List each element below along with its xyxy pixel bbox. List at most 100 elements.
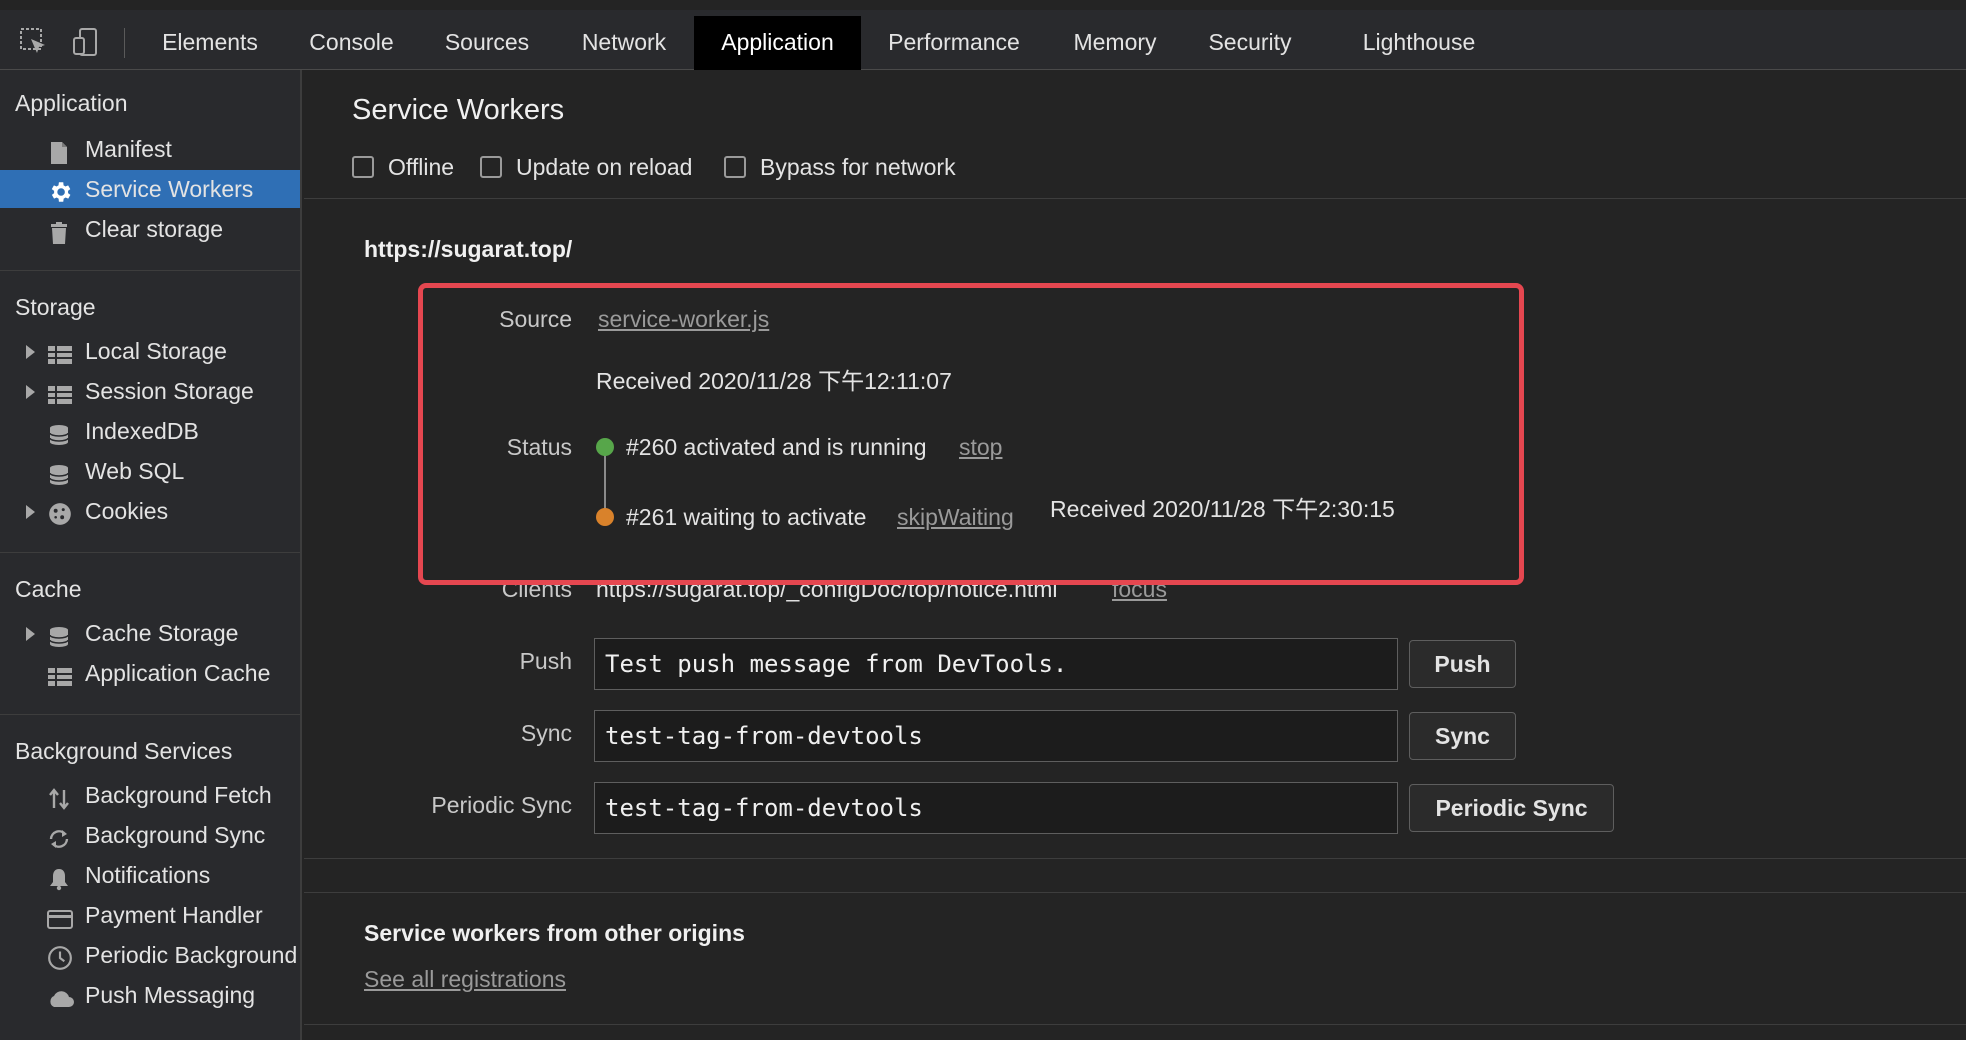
sidebar-item-label: Cache Storage [85,620,239,646]
sidebar-divider [0,270,300,271]
cloud-icon [47,984,74,1008]
toolbar-separator [124,28,125,58]
database-icon [47,420,71,445]
sidebar-item-indexeddb[interactable]: IndexedDB [0,412,300,450]
section-divider [304,858,1966,859]
origin-url: https://sugarat.top/ [364,236,573,262]
bypass-for-network-checkbox-row[interactable]: Bypass for network [724,150,956,184]
devtools-tab-bar: Elements Console Sources Network Applica… [0,0,1966,70]
push-message-input[interactable]: Test push message from DevTools. [594,638,1398,690]
tab-security[interactable]: Security [1196,16,1304,70]
application-sidebar: Application Manifest Service Workers Cle… [0,70,302,1040]
sidebar-section-application: Application [15,90,128,116]
section-divider [304,1024,1966,1025]
sidebar-item-label: Notifications [85,862,211,888]
tab-console[interactable]: Console [295,16,408,70]
update-on-reload-label: Update on reload [516,153,693,180]
sidebar-item-label: Manifest [85,136,172,162]
tab-performance[interactable]: Performance [875,16,1033,70]
sidebar-section-cache: Cache [15,576,82,602]
gear-icon [47,178,71,202]
page-title: Service Workers [352,94,565,126]
bypass-for-network-label: Bypass for network [760,153,956,180]
sidebar-item-label: Local Storage [85,338,227,364]
sidebar-item-cookies[interactable]: Cookies [0,492,300,530]
sidebar-item-web-sql[interactable]: Web SQL [0,452,300,490]
sidebar-section-background-services: Background Services [15,738,233,764]
tab-memory[interactable]: Memory [1058,16,1172,70]
database-icon [47,622,71,647]
section-divider [304,892,1966,893]
tab-sources[interactable]: Sources [432,16,542,70]
sidebar-item-local-storage[interactable]: Local Storage [0,332,300,370]
periodic-sync-button[interactable]: Periodic Sync [1409,784,1614,832]
offline-label: Offline [388,153,455,180]
offline-checkbox-row[interactable]: Offline [352,150,454,184]
expand-arrow-icon[interactable] [26,627,35,641]
periodic-sync-label: Periodic Sync [431,792,572,818]
sync-label: Sync [520,720,572,746]
push-label: Push [519,648,572,674]
offline-checkbox[interactable] [352,156,374,178]
sync-icon [47,824,71,848]
card-icon [47,904,73,929]
sidebar-item-label: Push Messaging [85,982,256,1008]
sidebar-item-label: Background Fetch [85,782,272,808]
inspect-element-icon[interactable] [18,26,50,58]
sidebar-item-label: Application Cache [85,660,271,686]
device-toolbar-icon[interactable] [70,26,102,58]
highlight-annotation-box [418,283,1524,585]
sidebar-item-label: Periodic Background Sync [85,942,300,968]
expand-arrow-icon[interactable] [26,345,35,359]
grid-icon [47,380,72,404]
sidebar-item-push-messaging[interactable]: Push Messaging [0,976,300,1014]
sidebar-item-label: Session Storage [85,378,254,404]
sync-button[interactable]: Sync [1409,712,1516,760]
grid-icon [47,340,72,364]
sidebar-divider [0,714,300,715]
sidebar-item-application-cache[interactable]: Application Cache [0,654,300,692]
bell-icon [47,864,71,891]
expand-arrow-icon[interactable] [26,385,35,399]
bypass-for-network-checkbox[interactable] [724,156,746,178]
sidebar-item-label: Service Workers [85,176,254,202]
sidebar-item-background-fetch[interactable]: Background Fetch [0,776,300,814]
tab-network[interactable]: Network [566,16,682,70]
sidebar-item-cache-storage[interactable]: Cache Storage [0,614,300,652]
sidebar-section-storage: Storage [15,294,96,320]
window-top-strip [0,0,1966,10]
sidebar-item-clear-storage[interactable]: Clear storage [0,210,300,248]
file-icon [47,138,71,164]
arrows-updown-icon [47,784,71,810]
sidebar-item-session-storage[interactable]: Session Storage [0,372,300,410]
sidebar-item-label: IndexedDB [85,418,199,444]
toolbar-divider [304,198,1966,199]
update-on-reload-checkbox-row[interactable]: Update on reload [480,150,692,184]
tab-application[interactable]: Application [694,16,861,70]
sidebar-item-notifications[interactable]: Notifications [0,856,300,894]
push-button[interactable]: Push [1409,640,1516,688]
sidebar-item-label: Background Sync [85,822,266,848]
sidebar-item-manifest[interactable]: Manifest [0,130,300,168]
trash-icon [47,218,71,244]
other-origins-title: Service workers from other origins [364,920,745,946]
tab-elements[interactable]: Elements [150,16,270,70]
sidebar-item-label: Cookies [85,498,169,524]
database-icon [47,460,71,485]
grid-icon [47,662,72,686]
sidebar-item-service-workers[interactable]: Service Workers [0,170,300,208]
sidebar-item-periodic-background-sync[interactable]: Periodic Background Sync [0,936,300,974]
see-all-registrations-link[interactable]: See all registrations [364,966,566,993]
sidebar-item-background-sync[interactable]: Background Sync [0,816,300,854]
expand-arrow-icon[interactable] [26,505,35,519]
sidebar-item-label: Web SQL [85,458,185,484]
periodic-sync-tag-input[interactable]: test-tag-from-devtools [594,782,1398,834]
sync-tag-input[interactable]: test-tag-from-devtools [594,710,1398,762]
clock-icon [47,944,72,970]
sidebar-item-label: Payment Handler [85,902,263,928]
update-on-reload-checkbox[interactable] [480,156,502,178]
cookie-icon [47,500,71,525]
tab-lighthouse[interactable]: Lighthouse [1352,16,1486,70]
sidebar-divider [0,552,300,553]
sidebar-item-payment-handler[interactable]: Payment Handler [0,896,300,934]
